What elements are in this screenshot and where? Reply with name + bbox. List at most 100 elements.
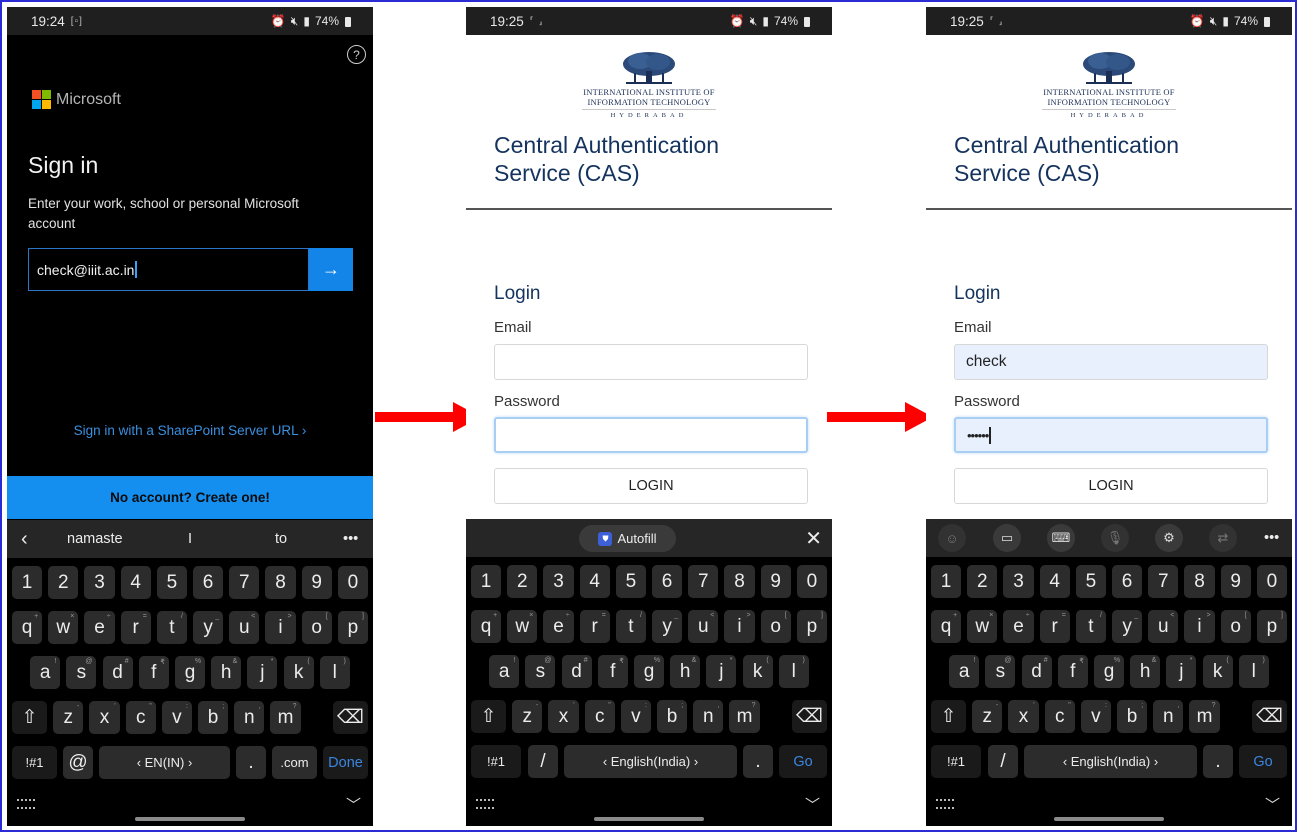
- keyboard-switch-icon[interactable]: [936, 799, 954, 809]
- key-5[interactable]: 5: [1075, 565, 1106, 598]
- key-z[interactable]: z-: [53, 701, 84, 734]
- settings-gear-icon[interactable]: ⚙: [1155, 524, 1183, 552]
- key-2[interactable]: 2: [967, 565, 998, 598]
- key-a[interactable]: a!: [30, 656, 61, 689]
- done-key[interactable]: Done: [323, 746, 368, 779]
- key-w[interactable]: w ×: [48, 611, 79, 644]
- key-d[interactable]: d #: [102, 656, 133, 689]
- key-o[interactable]: o[: [760, 610, 791, 643]
- key-6[interactable]: 6: [1112, 565, 1143, 598]
- key-x[interactable]: x ': [548, 700, 579, 733]
- key-8[interactable]: 8: [724, 565, 755, 598]
- suggestion[interactable]: to: [275, 531, 287, 547]
- more-icon[interactable]: •••: [1264, 530, 1279, 546]
- key-7[interactable]: 7: [688, 565, 719, 598]
- key-r[interactable]: r =: [120, 611, 151, 644]
- key-4[interactable]: 4: [120, 566, 151, 599]
- key-b[interactable]: b;: [1117, 700, 1148, 733]
- slash-key[interactable]: /: [988, 745, 1018, 778]
- key-x[interactable]: x ': [1008, 700, 1039, 733]
- key-7[interactable]: 7: [1148, 565, 1179, 598]
- key-1[interactable]: 1: [471, 565, 502, 598]
- key-c[interactable]: c ": [125, 701, 156, 734]
- chevron-down-icon[interactable]: ﹀: [1265, 794, 1280, 815]
- key-k[interactable]: k(: [1202, 655, 1233, 688]
- key-3[interactable]: 3: [1003, 565, 1034, 598]
- email-input[interactable]: [494, 344, 808, 380]
- key-w[interactable]: w ×: [967, 610, 998, 643]
- password-input[interactable]: ••••••: [954, 417, 1268, 453]
- key-n[interactable]: n,: [1153, 700, 1184, 733]
- key-1[interactable]: 1: [931, 565, 962, 598]
- key-d[interactable]: d #: [561, 655, 592, 688]
- key-h[interactable]: h &: [211, 656, 242, 689]
- key-o[interactable]: o[: [1220, 610, 1251, 643]
- key-t[interactable]: t /: [156, 611, 187, 644]
- key-a[interactable]: a!: [489, 655, 520, 688]
- key-y[interactable]: y _: [652, 610, 683, 643]
- key-2[interactable]: 2: [48, 566, 79, 599]
- key-j[interactable]: j *: [706, 655, 737, 688]
- key-h[interactable]: h &: [670, 655, 701, 688]
- key-r[interactable]: r =: [1039, 610, 1070, 643]
- period-key[interactable]: .: [236, 746, 266, 779]
- more-icon[interactable]: •••: [343, 531, 358, 547]
- key-y[interactable]: y _: [1112, 610, 1143, 643]
- backspace-key[interactable]: ⌫: [791, 700, 827, 733]
- key-g[interactable]: g%: [174, 656, 206, 689]
- key-s[interactable]: s @: [66, 656, 97, 689]
- key-0[interactable]: 0: [1256, 565, 1287, 598]
- key-l[interactable]: l): [778, 655, 809, 688]
- suggestion[interactable]: I: [188, 531, 192, 547]
- key-i[interactable]: i >: [1184, 610, 1215, 643]
- key-q[interactable]: q +: [931, 610, 962, 643]
- key-d[interactable]: d #: [1021, 655, 1052, 688]
- backspace-key[interactable]: ⌫: [332, 701, 368, 734]
- emoji-icon[interactable]: ☺: [938, 524, 966, 552]
- key-f[interactable]: f ₹: [1057, 655, 1088, 688]
- create-account-button[interactable]: No account? Create one!: [7, 476, 373, 519]
- symbols-key[interactable]: !#1: [471, 745, 521, 778]
- go-key[interactable]: Go: [1239, 745, 1287, 778]
- backspace-key[interactable]: ⌫: [1251, 700, 1287, 733]
- key-m[interactable]: m?: [270, 701, 301, 734]
- key-n[interactable]: n,: [693, 700, 724, 733]
- key-0[interactable]: 0: [796, 565, 827, 598]
- key-h[interactable]: h &: [1130, 655, 1161, 688]
- key-o[interactable]: o[: [301, 611, 332, 644]
- key-9[interactable]: 9: [301, 566, 332, 599]
- translate-icon[interactable]: ⇄: [1209, 524, 1237, 552]
- key-z[interactable]: z-: [512, 700, 543, 733]
- key-6[interactable]: 6: [193, 566, 224, 599]
- login-button[interactable]: LOGIN: [954, 468, 1268, 504]
- key-b[interactable]: b;: [198, 701, 229, 734]
- close-icon[interactable]: ✕: [805, 526, 822, 551]
- key-l[interactable]: l): [319, 656, 350, 689]
- help-icon[interactable]: ?: [347, 45, 366, 64]
- key-j[interactable]: j *: [247, 656, 278, 689]
- microphone-icon[interactable]: 🎙︎: [1101, 524, 1129, 552]
- chevron-left-icon[interactable]: ‹: [21, 528, 28, 551]
- keyboard-switch-icon[interactable]: [476, 799, 494, 809]
- key-e[interactable]: e ÷: [1003, 610, 1034, 643]
- key-5[interactable]: 5: [156, 566, 187, 599]
- key-r[interactable]: r =: [579, 610, 610, 643]
- key-1[interactable]: 1: [12, 566, 43, 599]
- key-i[interactable]: i >: [724, 610, 755, 643]
- key-8[interactable]: 8: [1184, 565, 1215, 598]
- key-l[interactable]: l): [1238, 655, 1269, 688]
- space-key[interactable]: ‹ English(India) ›: [1024, 745, 1197, 778]
- chevron-down-icon[interactable]: ﹀: [346, 794, 361, 815]
- key-e[interactable]: e ÷: [84, 611, 115, 644]
- chevron-down-icon[interactable]: ﹀: [805, 794, 820, 815]
- key-5[interactable]: 5: [615, 565, 646, 598]
- key-u[interactable]: u <: [1148, 610, 1179, 643]
- period-key[interactable]: .: [1203, 745, 1233, 778]
- key-7[interactable]: 7: [229, 566, 260, 599]
- key-v[interactable]: v:: [161, 701, 192, 734]
- login-button[interactable]: LOGIN: [494, 468, 808, 504]
- key-4[interactable]: 4: [1039, 565, 1070, 598]
- key-t[interactable]: t /: [1075, 610, 1106, 643]
- key-3[interactable]: 3: [84, 566, 115, 599]
- key-y[interactable]: y _: [193, 611, 224, 644]
